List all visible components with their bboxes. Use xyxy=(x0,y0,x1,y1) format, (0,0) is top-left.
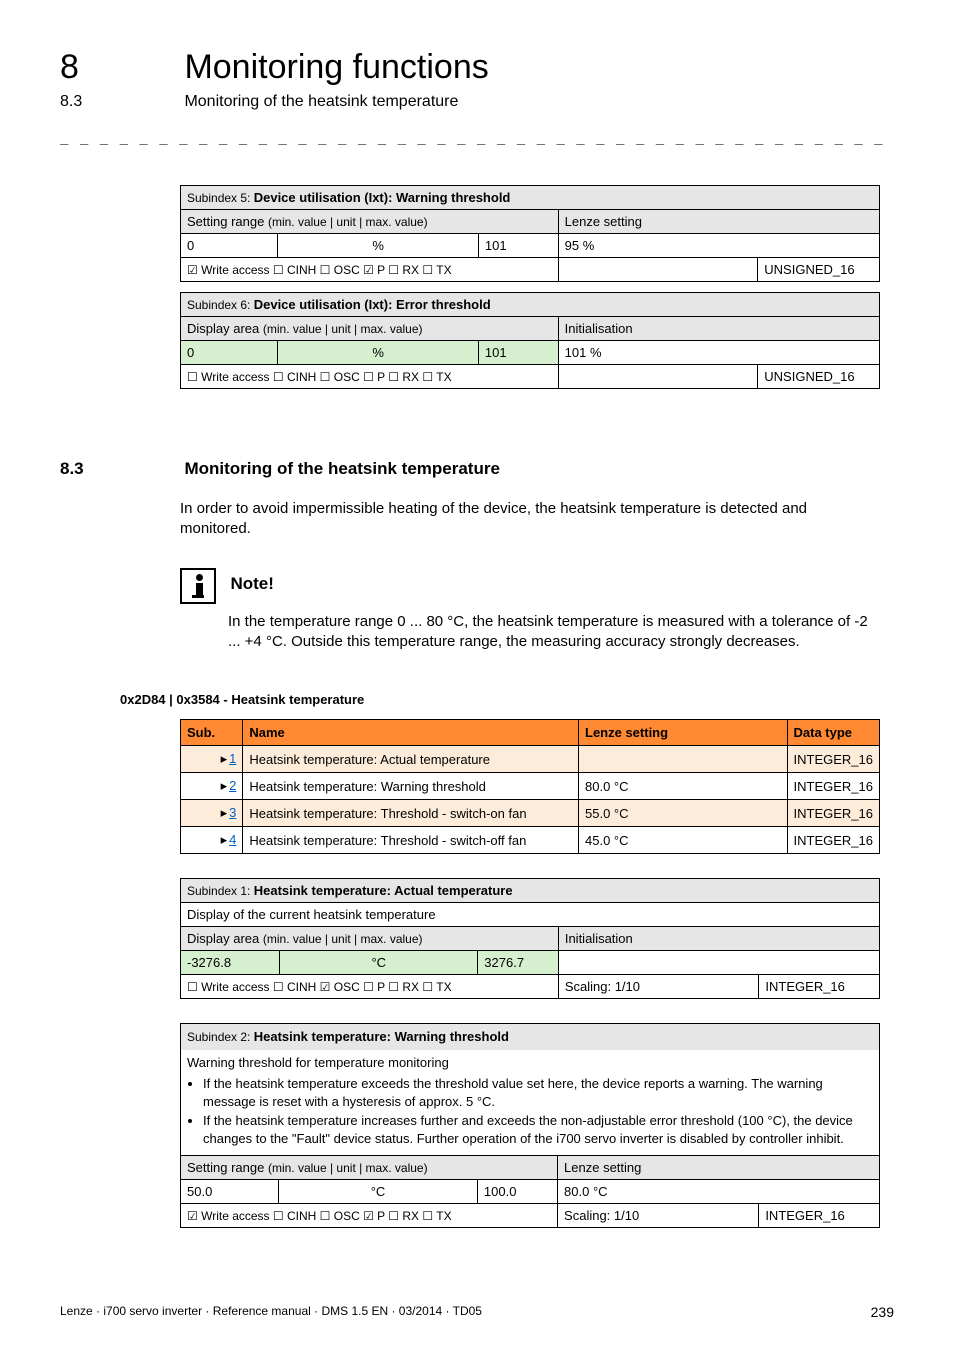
sub6-access: ☐ Write access ☐ CINH ☐ OSC ☐ P ☐ RX ☐ T… xyxy=(181,365,559,389)
col-name: Name xyxy=(243,720,579,746)
sub1-desc: Display of the current heatsink temperat… xyxy=(181,903,880,927)
table-subindex-2-settings: Setting range (min. value | unit | max. … xyxy=(180,1155,880,1228)
sub2-bullet2: If the heatsink temperature increases fu… xyxy=(203,1112,873,1147)
sub5-range-label: Setting range xyxy=(187,214,268,229)
sub5-lenze-label: Lenze setting xyxy=(558,210,879,234)
sub2-scaling: Scaling: 1/10 xyxy=(558,1204,759,1228)
sub2-max: 100.0 xyxy=(477,1180,557,1204)
sub5-max: 101 xyxy=(478,234,558,258)
sub1-unit: °C xyxy=(280,951,478,975)
table-row: ▸2 Heatsink temperature: Warning thresho… xyxy=(181,773,880,800)
object-table: Sub. Name Lenze setting Data type ▸1 Hea… xyxy=(180,719,880,854)
section-paragraph: In order to avoid impermissible heating … xyxy=(180,499,880,540)
note-title: Note! xyxy=(230,574,273,594)
sub5-unit: % xyxy=(278,234,478,258)
footer-text: Lenze · i700 servo inverter · Reference … xyxy=(60,1304,482,1318)
sub1-scaling: Scaling: 1/10 xyxy=(558,975,759,999)
sub2-lenze-value: 80.0 °C xyxy=(558,1180,880,1204)
sub2-access: ☑ Write access ☐ CINH ☐ OSC ☑ P ☐ RX ☐ T… xyxy=(181,1204,558,1228)
info-icon xyxy=(180,568,216,604)
note-text: In the temperature range 0 ... 80 °C, th… xyxy=(228,612,880,653)
sub1-range-label: Display area xyxy=(187,931,263,946)
table-subindex-5: Subindex 5: Device utilisation (Ixt): Wa… xyxy=(180,185,880,282)
sub2-bullet1: If the heatsink temperature exceeds the … xyxy=(203,1075,873,1110)
table-subindex-1: Subindex 1: Heatsink temperature: Actual… xyxy=(180,878,880,999)
sub6-min: 0 xyxy=(181,341,278,365)
table-row: ▸1 Heatsink temperature: Actual temperat… xyxy=(181,746,880,773)
sub1-access: ☐ Write access ☐ CINH ☑ OSC ☐ P ☐ RX ☐ T… xyxy=(181,975,559,999)
sub6-init-value: 101 % xyxy=(558,341,879,365)
sub5-title: Device utilisation (Ixt): Warning thresh… xyxy=(254,190,511,205)
table-subindex-6: Subindex 6: Device utilisation (Ixt): Er… xyxy=(180,292,880,389)
chapter-title: Monitoring functions xyxy=(184,48,488,87)
sub1-min: -3276.8 xyxy=(181,951,280,975)
sub5-datatype: UNSIGNED_16 xyxy=(758,258,880,282)
sub5-access: ☑ Write access ☐ CINH ☐ OSC ☑ P ☐ RX ☐ T… xyxy=(181,258,559,282)
col-dtype: Data type xyxy=(787,720,879,746)
table-subindex-2: Subindex 2: Heatsink temperature: Warnin… xyxy=(180,1023,880,1155)
sub2-desc: Warning threshold for temperature monito… xyxy=(187,1054,873,1072)
sub6-range-label: Display area xyxy=(187,321,263,336)
note-block: Note! In the temperature range 0 ... 80 … xyxy=(180,568,880,653)
sub6-unit: % xyxy=(278,341,478,365)
section-title: Monitoring of the heatsink temperature xyxy=(184,459,499,479)
chapter-number: 8 xyxy=(60,48,180,87)
sub1-title: Heatsink temperature: Actual temperature xyxy=(254,883,513,898)
sub2-unit: °C xyxy=(279,1180,478,1204)
sub2-datatype: INTEGER_16 xyxy=(759,1204,880,1228)
sub2-lenze-label: Lenze setting xyxy=(558,1156,880,1180)
col-sub: Sub. xyxy=(181,720,243,746)
section-number-top: 8.3 xyxy=(60,93,180,111)
sub1-init-value xyxy=(558,951,879,975)
object-heading: 0x2D84 | 0x3584 - Heatsink temperature xyxy=(120,692,894,707)
sub2-title: Heatsink temperature: Warning threshold xyxy=(254,1029,509,1044)
table-row: ▸4 Heatsink temperature: Threshold - swi… xyxy=(181,827,880,854)
sub5-min: 0 xyxy=(181,234,278,258)
sub1-datatype: INTEGER_16 xyxy=(759,975,880,999)
sub6-max: 101 xyxy=(478,341,558,365)
sub1-max: 3276.7 xyxy=(478,951,559,975)
col-lenze: Lenze setting xyxy=(579,720,788,746)
sub6-title: Device utilisation (Ixt): Error threshol… xyxy=(254,297,491,312)
section-title-top: Monitoring of the heatsink temperature xyxy=(184,93,458,111)
page-number: 239 xyxy=(871,1304,894,1320)
sub2-min: 50.0 xyxy=(181,1180,279,1204)
sub1-init-label: Initialisation xyxy=(558,927,879,951)
table-row: ▸3 Heatsink temperature: Threshold - swi… xyxy=(181,800,880,827)
dash-line: _ _ _ _ _ _ _ _ _ _ _ _ _ _ _ _ _ _ _ _ … xyxy=(60,129,894,145)
sub2-range-label: Setting range xyxy=(187,1160,268,1175)
sub6-datatype: UNSIGNED_16 xyxy=(758,365,880,389)
sub5-lenze-value: 95 % xyxy=(558,234,879,258)
section-number: 8.3 xyxy=(60,459,180,479)
sub6-init-label: Initialisation xyxy=(558,317,879,341)
